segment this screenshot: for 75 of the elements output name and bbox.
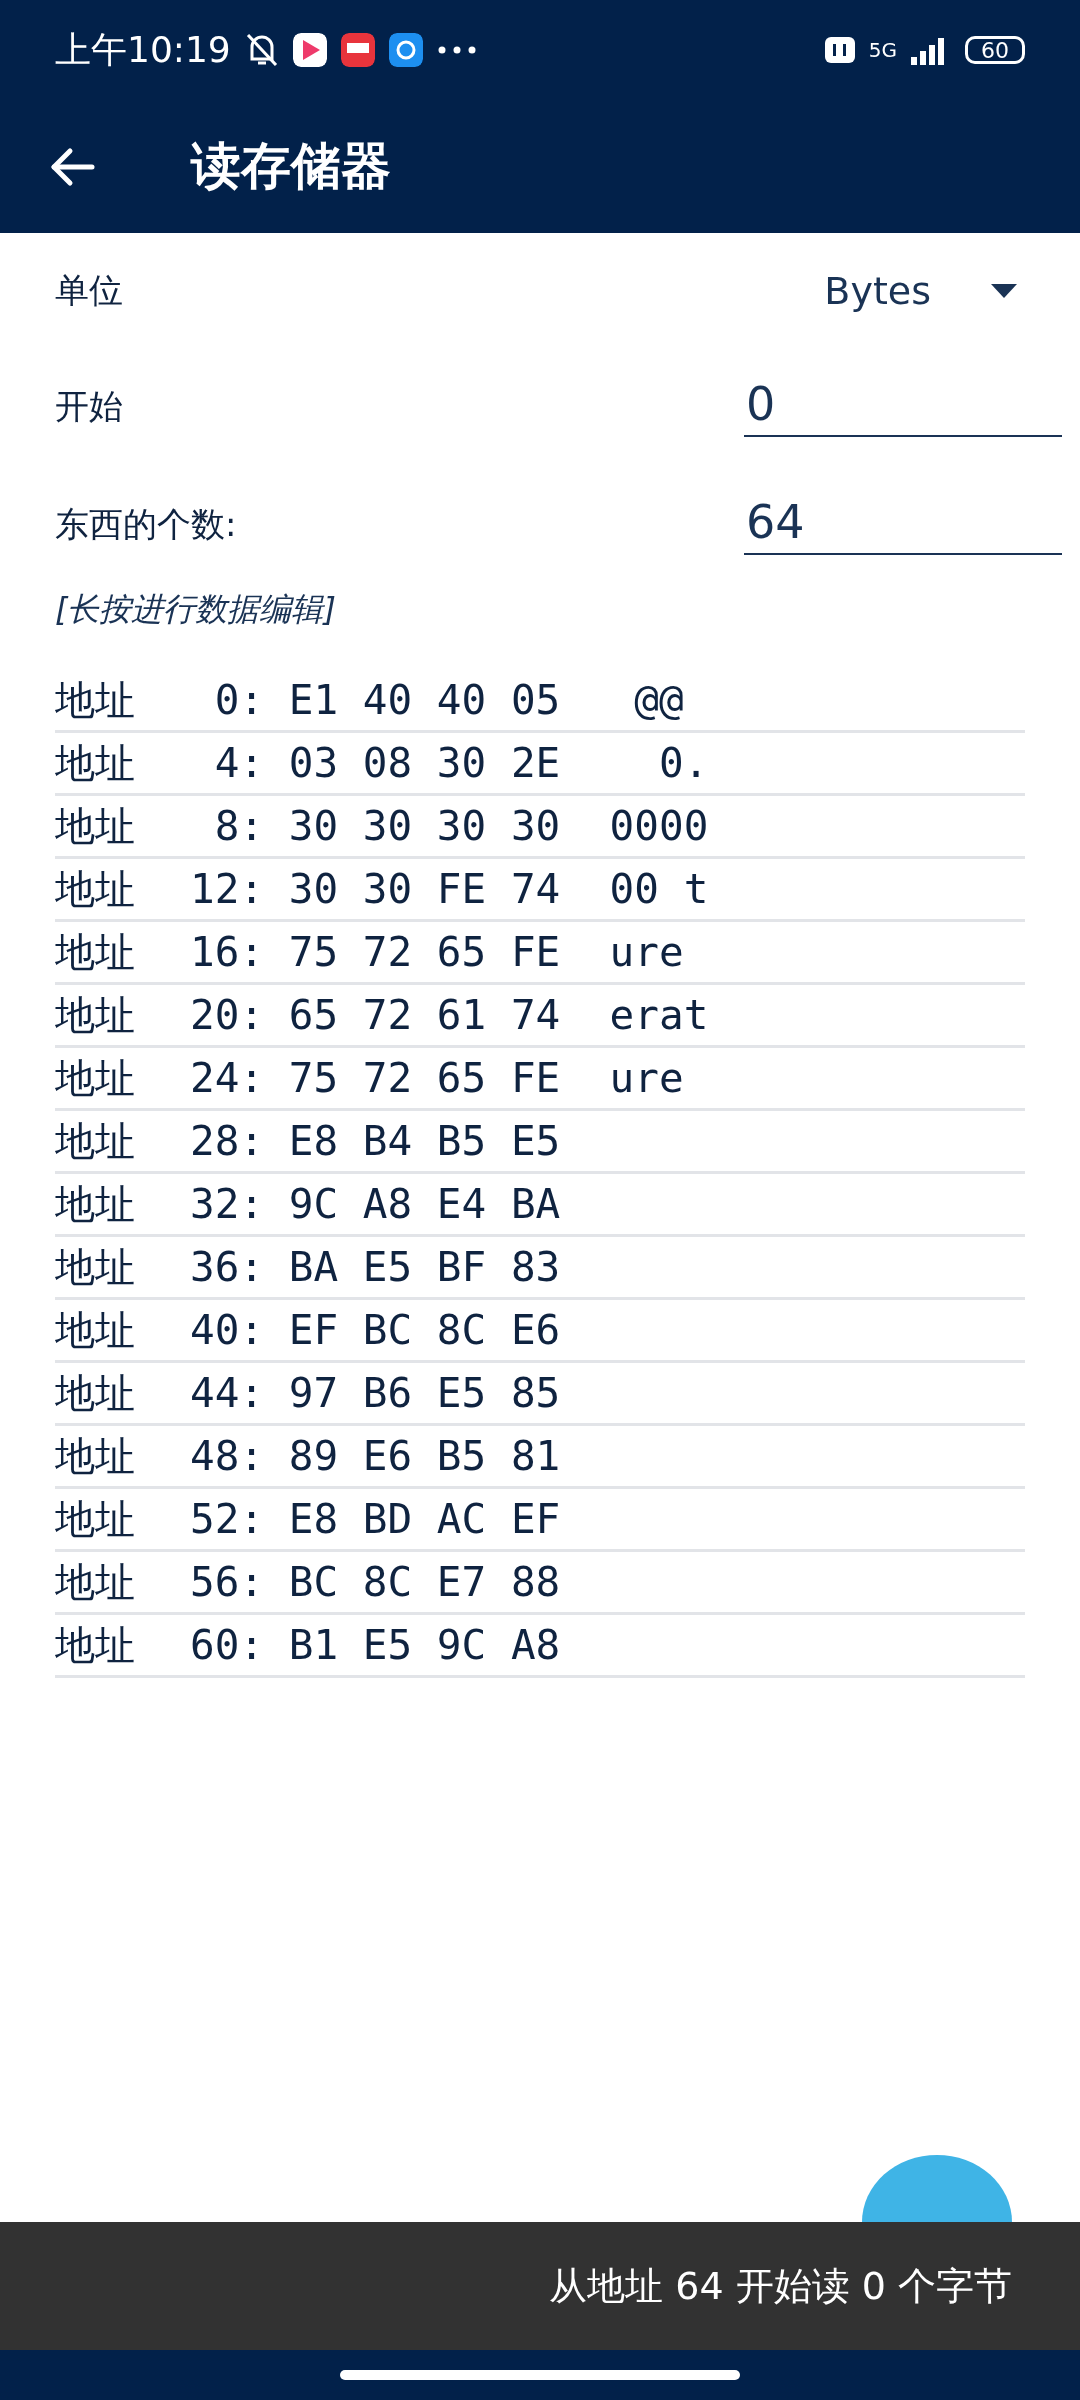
hex-bytes[interactable]: 30 30 30 30 [288,802,561,850]
back-icon[interactable] [50,146,96,187]
address-value: 28: [190,1117,265,1165]
hex-bytes[interactable]: E1 40 40 05 [288,676,561,724]
address-value: 52: [190,1495,265,1543]
battery-icon: 60 [965,36,1025,64]
address-label: 地址 [55,1557,136,1607]
ascii-text: 00 t [609,865,709,913]
start-label: 开始 [55,385,123,428]
hex-bytes[interactable]: 03 08 30 2E [288,739,561,787]
address-value: 0: [213,676,265,724]
address-label: 地址 [55,675,136,725]
address-value: 8: [213,802,265,850]
hex-bytes[interactable]: 75 72 65 FE [288,928,561,976]
hex-bytes[interactable]: E8 BD AC EF [288,1495,561,1543]
app-icon [388,33,423,67]
hex-bytes[interactable]: 97 B6 E5 85 [288,1369,561,1417]
hex-bytes[interactable]: 30 30 FE 74 [288,865,561,913]
hex-bytes[interactable]: E8 B4 B5 E5 [288,1117,561,1165]
hex-bytes[interactable]: 9C A8 E4 BA [288,1180,561,1228]
ascii-text: ure [609,928,684,976]
unit-dropdown[interactable]: Bytes [824,268,1017,313]
address-value: 32: [190,1180,265,1228]
hd-icon [824,37,855,63]
address-value: 20: [190,991,265,1039]
hex-bytes[interactable]: BC 8C E7 88 [288,1558,561,1606]
start-field[interactable]: 0 [744,377,1062,437]
address-value: 36: [190,1243,265,1291]
address-value: 16: [190,928,265,976]
address-value: 12: [190,865,265,913]
hint-text: [长按进行数据编辑] [55,589,337,630]
unit-label: 单位 [55,268,123,312]
address-label: 地址 [55,1053,136,1103]
hex-bytes[interactable]: 75 72 65 FE [288,1054,561,1102]
address-label: 地址 [55,1620,136,1670]
address-value: 44: [190,1369,265,1417]
address-label: 地址 [55,927,136,977]
ascii-text: 0000 [609,802,709,850]
snackbar-message: 从地址 64 开始读 0 个字节 [549,2262,1012,2310]
count-field[interactable]: 64 [744,495,1062,555]
address-value: 48: [190,1432,265,1480]
bell-off-icon [244,32,279,68]
hex-bytes[interactable]: EF BC 8C E6 [288,1306,561,1354]
ascii-text: ure [609,1054,684,1102]
address-value: 60: [190,1621,265,1669]
address-label: 地址 [55,864,136,914]
address-label: 地址 [55,1494,136,1544]
app-icon [292,33,327,67]
address-label: 地址 [55,1305,136,1355]
address-label: 地址 [55,1368,136,1418]
ascii-text: @@ [633,676,684,724]
hex-bytes[interactable]: 89 E6 B5 81 [288,1432,561,1480]
address-label: 地址 [55,1179,136,1229]
screen-title: 读存储器 [191,136,391,197]
address-value: 4: [213,739,265,787]
address-label: 地址 [55,738,136,788]
ascii-text: 0. [657,739,709,787]
address-value: 24: [190,1054,265,1102]
address-label: 地址 [55,1431,136,1481]
ascii-text: erat [609,991,709,1039]
network-label: 5G [868,38,897,62]
more-icon [436,45,477,55]
hex-bytes[interactable]: 65 72 61 74 [288,991,561,1039]
address-label: 地址 [55,1116,136,1166]
app-icon [340,33,375,67]
status-time: 上午10:19 [55,27,231,72]
address-label: 地址 [55,1242,136,1292]
address-value: 56: [190,1558,265,1606]
hex-bytes[interactable]: BA E5 BF 83 [288,1243,561,1291]
caret-icon[interactable] [991,283,1017,298]
address-value: 40: [190,1306,265,1354]
address-label: 地址 [55,990,136,1040]
count-label: 东西的个数: [55,503,237,546]
hex-bytes[interactable]: B1 E5 9C A8 [288,1621,561,1669]
address-label: 地址 [55,801,136,851]
